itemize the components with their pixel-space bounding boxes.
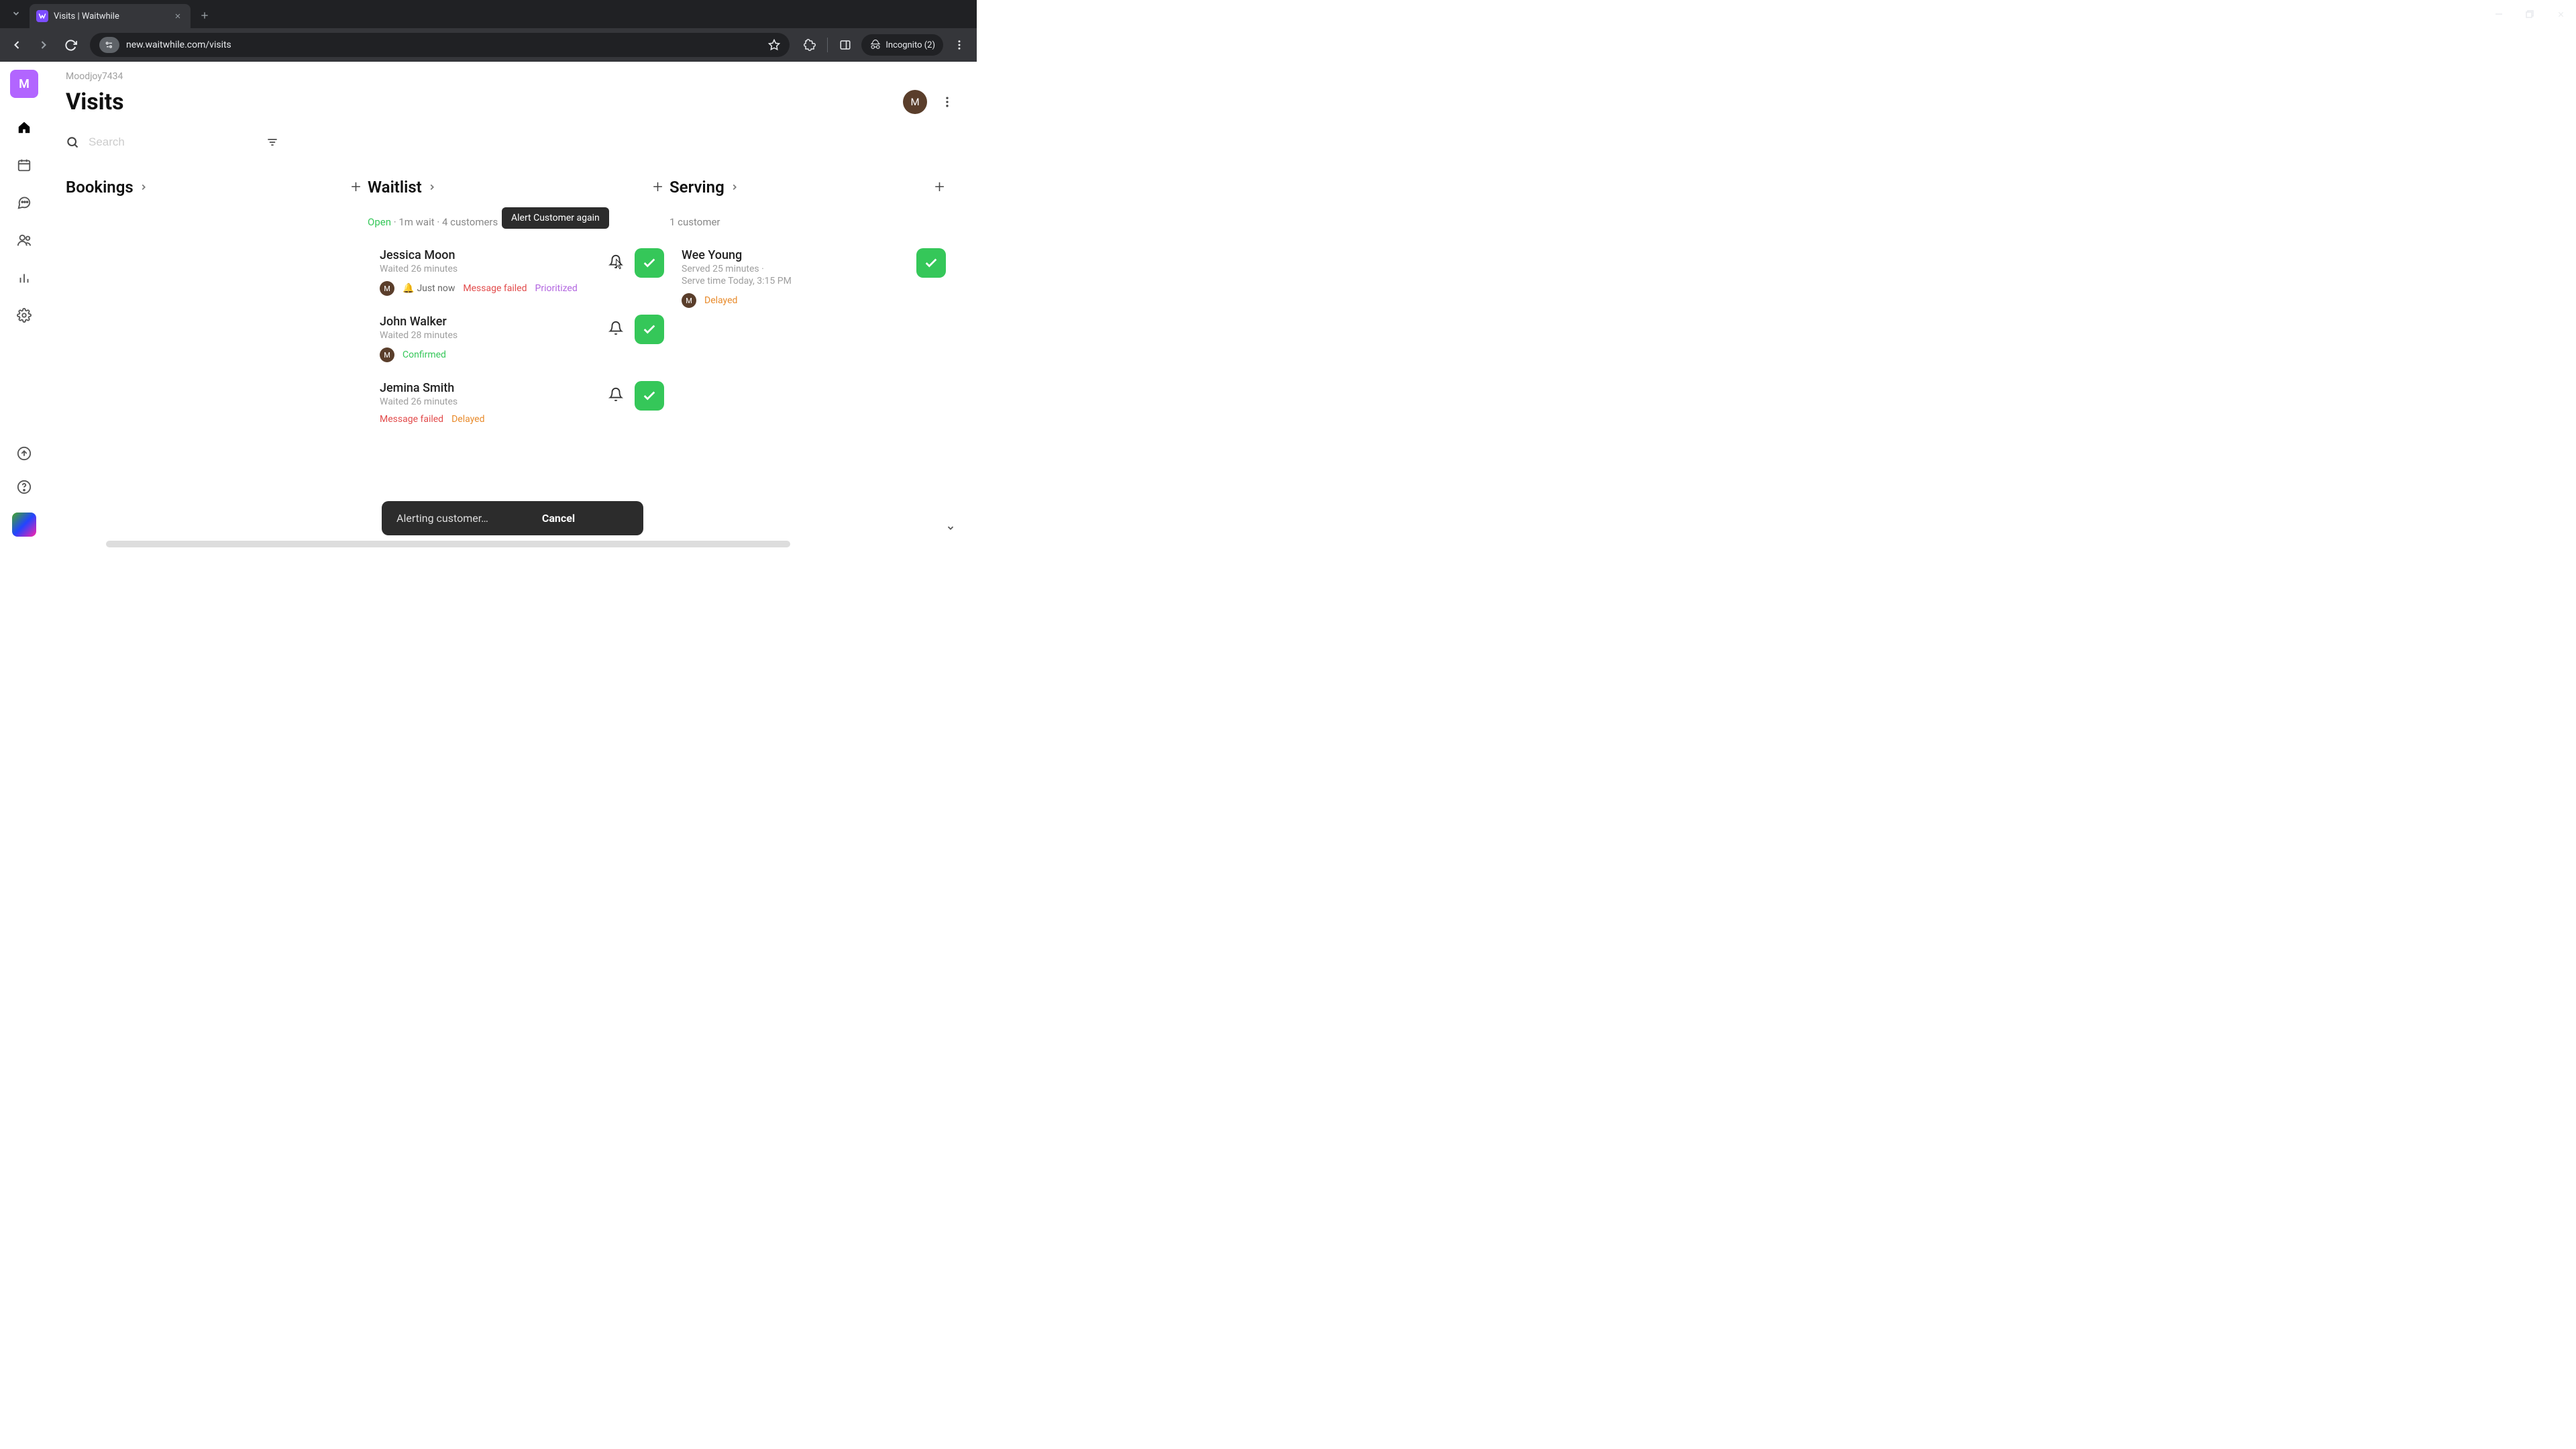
waitlist-list: Jessica Moon Waited 26 minutes M 🔔Just n…: [368, 239, 669, 494]
home-icon[interactable]: [16, 119, 32, 136]
settings-icon[interactable]: [16, 307, 32, 323]
confirmed-tag: Confirmed: [402, 350, 446, 360]
toolbar-divider: [827, 38, 828, 52]
customer-name: John Walker: [380, 315, 596, 329]
upgrade-icon[interactable]: [16, 445, 32, 462]
toast-cancel-button[interactable]: Cancel: [542, 512, 575, 525]
breadcrumb[interactable]: Moodjoy7434: [66, 71, 977, 82]
user-avatar-letter: M: [910, 96, 919, 108]
extensions-icon[interactable]: [798, 33, 822, 57]
customer-name: Wee Young: [682, 248, 910, 262]
alert-bell-button[interactable]: [602, 381, 629, 408]
delayed-tag: Delayed: [704, 295, 737, 306]
waitlist-title: Waitlist: [368, 178, 422, 197]
tabs-dropdown[interactable]: [5, 3, 27, 24]
waitlist-status-rest: · 1m wait · 4 customers: [391, 216, 498, 228]
wait-time: Waited 28 minutes: [380, 330, 596, 341]
close-tab-icon[interactable]: [172, 10, 184, 22]
assignee-avatar: M: [682, 293, 696, 308]
waitlist-card[interactable]: Jemina Smith Waited 26 minutes Message f…: [368, 372, 667, 434]
page-title: Visits: [66, 89, 903, 115]
user-avatar[interactable]: M: [903, 90, 927, 114]
chat-icon[interactable]: [16, 195, 32, 211]
waitlist-status-open: Open: [368, 216, 391, 228]
customer-name: Jessica Moon: [380, 248, 596, 262]
workspace-logo-letter: M: [19, 77, 30, 91]
waitlist-header[interactable]: Waitlist: [368, 178, 437, 197]
browser-tab[interactable]: Visits | Waitwhile: [30, 4, 191, 28]
star-icon[interactable]: [768, 39, 780, 51]
site-info-icon[interactable]: [99, 37, 119, 53]
wait-time: Waited 26 minutes: [380, 264, 596, 274]
serving-status: 1 customer: [669, 216, 951, 228]
waitwhile-favicon: [36, 10, 48, 22]
wait-time: Waited 26 minutes: [380, 396, 596, 407]
close-window-button[interactable]: [2545, 0, 2576, 28]
serving-header[interactable]: Serving: [669, 178, 739, 197]
message-failed-tag: Message failed: [463, 283, 527, 294]
chrome-menu-icon[interactable]: [947, 33, 971, 57]
more-menu-icon[interactable]: [939, 94, 955, 110]
add-serving-button[interactable]: +: [934, 177, 945, 197]
delayed-tag: Delayed: [451, 414, 484, 425]
waitlist-card[interactable]: John Walker Waited 28 minutes M Confirme…: [368, 305, 667, 372]
profile-image[interactable]: [12, 513, 36, 537]
serving-list: Wee Young Served 25 minutes · Serve time…: [669, 239, 951, 494]
new-tab-button[interactable]: [195, 5, 215, 25]
toast-message: Alerting customer…: [396, 512, 488, 525]
sidepanel-icon[interactable]: [833, 33, 857, 57]
message-failed-tag: Message failed: [380, 414, 443, 425]
url-bar[interactable]: new.waitwhile.com/visits: [90, 33, 790, 57]
back-button[interactable]: [5, 34, 28, 56]
incognito-icon: [869, 39, 881, 51]
served-time: Served 25 minutes ·: [682, 264, 910, 274]
assignee-avatar: M: [380, 347, 394, 362]
alert-toast: Alerting customer… Cancel: [382, 501, 643, 535]
complete-button[interactable]: [916, 248, 946, 278]
bookings-title: Bookings: [66, 178, 133, 197]
minimize-window-button[interactable]: [2483, 0, 2514, 28]
alert-bell-button[interactable]: [602, 315, 629, 341]
serving-column: Serving + 1 customer Wee Young Served 25…: [669, 177, 951, 492]
forward-button[interactable]: [32, 34, 55, 56]
tab-title: Visits | Waitwhile: [54, 11, 172, 21]
horizontal-scrollbar[interactable]: [106, 541, 790, 547]
alert-status: 🔔Just now: [402, 283, 455, 294]
chevron-right-icon: [427, 182, 437, 192]
customer-name: Jemina Smith: [380, 381, 596, 395]
serve-button[interactable]: [635, 381, 664, 411]
alert-tooltip: Alert Customer again: [502, 207, 609, 229]
reload-button[interactable]: [59, 34, 82, 56]
incognito-chip[interactable]: Incognito (2): [861, 34, 943, 56]
maximize-window-button[interactable]: [2514, 0, 2545, 28]
sidebar: M: [0, 62, 48, 547]
calendar-icon[interactable]: [16, 157, 32, 173]
help-icon[interactable]: [16, 479, 32, 495]
add-waitlist-button[interactable]: +: [653, 177, 663, 197]
incognito-label: Incognito (2): [885, 40, 935, 50]
chevron-down-icon[interactable]: [946, 523, 955, 533]
analytics-icon[interactable]: [16, 270, 32, 286]
serve-time: Serve time Today, 3:15 PM: [682, 276, 910, 286]
serve-button[interactable]: [635, 315, 664, 344]
alert-bell-button[interactable]: [602, 248, 629, 275]
url-text: new.waitwhile.com/visits: [126, 40, 768, 50]
serving-title: Serving: [669, 178, 724, 197]
prioritized-tag: Prioritized: [535, 283, 578, 294]
serve-button[interactable]: [635, 248, 664, 278]
bookings-header[interactable]: Bookings: [66, 178, 148, 197]
bookings-column: Bookings +: [66, 177, 368, 492]
chevron-right-icon: [730, 182, 739, 192]
assignee-avatar: M: [380, 281, 394, 296]
filter-icon[interactable]: [266, 136, 279, 149]
chevron-right-icon: [139, 182, 148, 192]
waitlist-column: Waitlist + Open · 1m wait · 4 customers …: [368, 177, 669, 492]
serving-card[interactable]: Wee Young Served 25 minutes · Serve time…: [669, 239, 949, 317]
add-booking-button[interactable]: +: [351, 177, 361, 197]
waitlist-card[interactable]: Jessica Moon Waited 26 minutes M 🔔Just n…: [368, 239, 667, 305]
search-icon[interactable]: [66, 136, 79, 149]
workspace-logo[interactable]: M: [10, 70, 38, 98]
people-icon[interactable]: [16, 232, 32, 248]
search-input[interactable]: [89, 136, 250, 149]
